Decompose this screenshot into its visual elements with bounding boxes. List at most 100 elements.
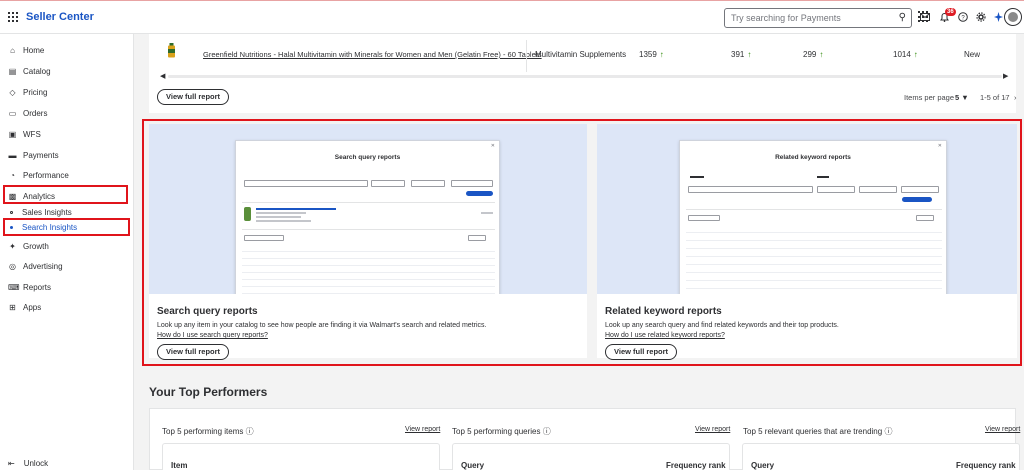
search-placeholder: Try searching for Payments [731, 13, 841, 23]
metric-value: 391 [731, 50, 745, 59]
sidebar-item-payments[interactable]: ▬ Payments [8, 148, 59, 162]
apps-icon: ⊞ [9, 302, 16, 312]
app-launcher-icon[interactable] [8, 12, 18, 22]
mail-icon[interactable] [920, 13, 930, 21]
box-icon: ▣ [8, 129, 17, 139]
caret-down-icon: ▼ [961, 93, 969, 102]
preview-title: Search query reports [334, 154, 401, 161]
sidebar-item-growth[interactable]: ✦ Growth [8, 239, 49, 253]
sidebar-item-label: Advertising [23, 261, 63, 271]
sidebar-subitem-label: Sales Insights [22, 208, 72, 217]
gear-icon[interactable] [976, 12, 986, 22]
orders-icon: ▭ [8, 108, 17, 118]
scroll-right-icon[interactable]: ▶ [1003, 72, 1008, 80]
search-icon[interactable]: ⚲ [899, 12, 906, 23]
heading-text: Top 5 relevant queries that are trending [743, 427, 883, 436]
metric-cell: 1359 ↑ [639, 50, 664, 59]
bullet-icon [10, 211, 13, 214]
sidebar-subitem-sales-insights[interactable]: Sales Insights [10, 208, 72, 217]
avatar[interactable] [1004, 8, 1022, 26]
preview-table [686, 225, 942, 294]
close-icon: ✕ [490, 143, 495, 149]
preview-text [256, 208, 336, 210]
info-icon[interactable]: ⓘ [543, 427, 551, 436]
column-header-query: Query [461, 461, 485, 470]
top-items-card [149, 34, 1016, 113]
sidebar-item-performance[interactable]: ◔ Performance [8, 168, 69, 182]
unlock-sidebar-button[interactable]: ⇤ Unlock [8, 459, 48, 468]
growth-icon: ✦ [9, 241, 16, 251]
sidebar-item-orders[interactable]: ▭ Orders [8, 106, 48, 120]
spark-icon[interactable] [994, 12, 1003, 22]
sidebar-item-label: Growth [23, 241, 49, 251]
sidebar-item-catalog[interactable]: ▤ Catalog [8, 64, 51, 78]
view-full-report-button[interactable]: View full report [605, 344, 678, 360]
column-header-item: Item [171, 461, 188, 470]
view-full-report-button[interactable]: View full report [157, 344, 230, 360]
product-name-link[interactable]: Greenfield Nutritions - Halal Multivitam… [203, 50, 542, 59]
preview-filter [244, 235, 284, 241]
search-query-reports-preview: ✕ Search query reports [149, 124, 587, 294]
metric-cell: 391 ↑ [731, 50, 751, 59]
arrow-up-icon: ↑ [747, 50, 752, 59]
prev-page-icon[interactable]: ‹ [1004, 93, 1007, 102]
preview-table [242, 245, 495, 294]
preview-select [817, 186, 855, 193]
preview-text [817, 176, 829, 178]
preview-thumbnail [244, 207, 251, 221]
brand-logo[interactable]: Seller Center [26, 11, 94, 23]
preview-button [902, 197, 932, 202]
preview-text [481, 212, 493, 214]
metric-value: 299 [803, 50, 817, 59]
view-report-link[interactable]: View report [695, 426, 730, 433]
sidebar-item-label: Home [23, 45, 45, 55]
preview-text [256, 220, 311, 222]
product-category: Multivitamin Supplements [535, 50, 627, 59]
sidebar-item-apps[interactable]: ⊞ Apps [8, 300, 41, 314]
sidebar-item-home[interactable]: ⌂ Home [8, 43, 44, 57]
items-per-page-value: 5 [955, 93, 960, 102]
help-link[interactable]: How do I use related keyword reports? [605, 332, 725, 339]
sidebar-item-label: Apps [23, 302, 42, 312]
arrow-up-icon: ↑ [659, 50, 664, 59]
product-thumbnail [168, 43, 175, 58]
sidebar-item-wfs[interactable]: ▣ WFS [8, 127, 41, 141]
view-report-link[interactable]: View report [985, 426, 1020, 433]
help-icon[interactable]: ? [958, 12, 968, 22]
related-keyword-reports-preview: ✕ Related keyword reports [597, 124, 1017, 294]
sidebar-item-reports[interactable]: ⌨ Reports [8, 280, 51, 294]
preview-search-box [688, 186, 813, 193]
next-page-icon[interactable]: › [1014, 93, 1017, 102]
view-report-link[interactable]: View report [405, 426, 440, 433]
preview-title: Related keyword reports [775, 154, 851, 161]
preview-button [466, 191, 493, 196]
sidebar-item-label: WFS [23, 129, 41, 139]
sidebar-item-advertising[interactable]: ◎ Advertising [8, 259, 63, 273]
preview-select [451, 180, 493, 187]
section-title: Your Top Performers [149, 385, 268, 399]
home-icon: ⌂ [10, 45, 15, 55]
info-icon[interactable]: ⓘ [884, 427, 892, 436]
search-input[interactable]: Try searching for Payments ⚲ [724, 8, 912, 28]
preview-select [371, 180, 405, 187]
panel-title: Search query reports [157, 306, 258, 317]
reports-icon: ⌨ [8, 282, 20, 292]
help-link[interactable]: How do I use search query reports? [157, 332, 268, 339]
preview-filter [468, 235, 486, 241]
scroll-left-icon[interactable]: ◀ [160, 72, 165, 80]
horizontal-scrollbar[interactable] [168, 75, 1002, 78]
preview-filter [916, 215, 934, 221]
view-full-report-button[interactable]: View full report [157, 89, 230, 105]
info-icon[interactable]: ⓘ [246, 427, 254, 436]
panel-title: Related keyword reports [605, 306, 722, 317]
column-divider [526, 40, 527, 72]
items-per-page-label: Items per page [904, 93, 955, 102]
sidebar-item-label: Catalog [23, 66, 51, 76]
preview-select [901, 186, 939, 193]
payments-icon: ▬ [8, 150, 17, 160]
arrow-up-icon: ↑ [913, 50, 918, 59]
preview-divider [242, 202, 495, 203]
sidebar-item-pricing[interactable]: ◇ Pricing [8, 85, 47, 99]
metric-value: 1014 [893, 50, 911, 59]
items-per-page-select[interactable]: 5 ▼ [955, 93, 969, 102]
